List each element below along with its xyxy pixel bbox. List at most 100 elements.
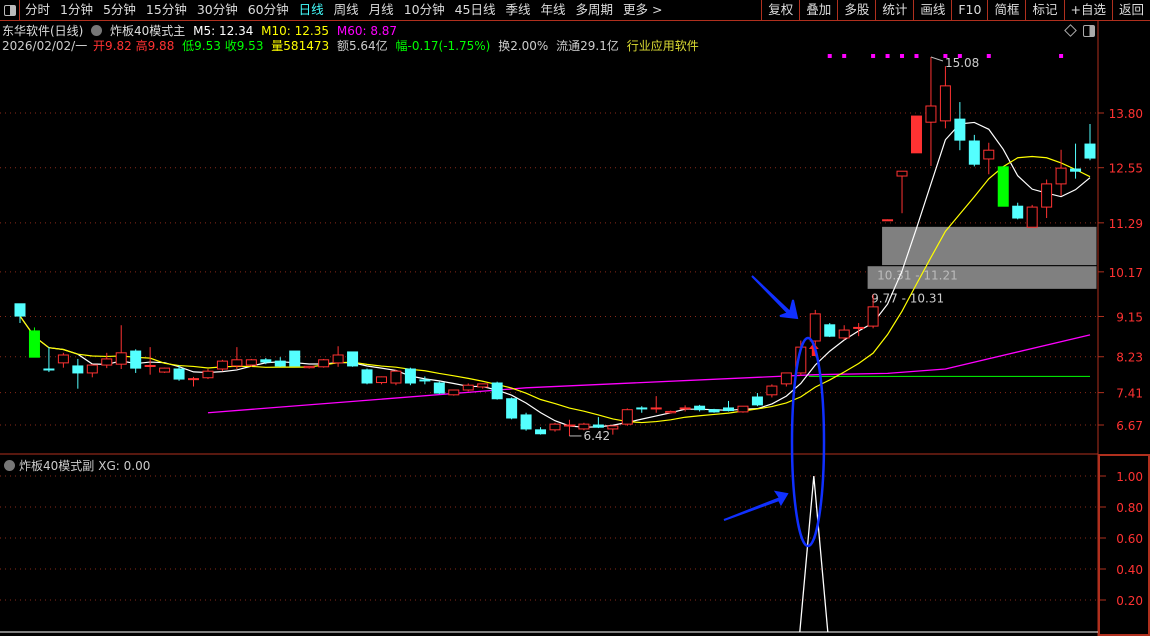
candle-body: [332, 354, 344, 364]
candle: [694, 404, 706, 412]
candle-body: [28, 330, 40, 358]
candle-body: [723, 407, 735, 412]
candle: [289, 350, 301, 367]
candle: [318, 358, 330, 368]
price-axis-label: 11.29: [1109, 217, 1143, 231]
candle: [621, 408, 633, 426]
candle-body: [592, 424, 604, 428]
candle-body: [57, 354, 69, 364]
candle-body: [216, 360, 228, 370]
candle-body: [780, 372, 792, 385]
candle-body: [954, 118, 966, 141]
sub-indicator-dropdown-icon[interactable]: [4, 460, 15, 471]
candle: [737, 405, 749, 413]
candle-body: [274, 360, 286, 367]
high-pointer: [930, 56, 944, 62]
candle: [43, 347, 55, 373]
candle: [144, 347, 156, 375]
candle-body: [824, 324, 836, 337]
candle-body: [751, 396, 763, 406]
candle-body: [462, 384, 474, 391]
sub-axis-label: 0.60: [1116, 532, 1143, 546]
candle-body: [708, 409, 720, 413]
candle: [404, 367, 416, 386]
candle-body: [766, 385, 778, 396]
sub-axis-label: 0.20: [1116, 594, 1143, 608]
candle: [751, 393, 763, 407]
candle: [303, 365, 315, 369]
candle: [954, 102, 966, 151]
signal-dot: [871, 54, 876, 58]
candle: [766, 384, 778, 398]
candle: [188, 376, 200, 387]
candle: [723, 400, 735, 412]
candle-body: [679, 407, 691, 410]
candle: [433, 381, 445, 394]
candle: [549, 422, 561, 432]
candle: [780, 372, 792, 387]
candle-body: [650, 407, 662, 410]
candle: [115, 325, 127, 369]
price-zone: [881, 225, 1098, 267]
candle: [57, 352, 69, 368]
candle: [910, 115, 922, 154]
candle: [72, 358, 84, 389]
candle: [824, 323, 836, 338]
candle-body: [448, 389, 460, 396]
price-axis-label: 10.17: [1109, 266, 1143, 280]
candle-body: [318, 359, 330, 368]
zone-label: 9.77 - 10.31: [871, 291, 944, 305]
candle-body: [289, 350, 301, 367]
sub-indicator-name[interactable]: 炸板40模式副: [19, 457, 94, 474]
candle-body: [404, 368, 416, 384]
candle-body: [506, 398, 518, 419]
candle: [216, 359, 228, 372]
xg-signal-line: [799, 475, 829, 633]
price-axis-label: 6.67: [1116, 419, 1143, 433]
signal-dot: [986, 54, 991, 58]
candle: [130, 349, 142, 373]
candle: [491, 381, 503, 400]
candle: [592, 417, 604, 429]
candle: [925, 56, 937, 166]
candle-body: [867, 306, 879, 327]
candle-body: [910, 115, 922, 154]
candle-body: [491, 382, 503, 400]
candle-body: [636, 407, 648, 410]
candle-body: [1026, 206, 1038, 228]
candle-body: [159, 367, 171, 373]
candle: [361, 368, 373, 385]
candle-body: [563, 424, 575, 427]
candle-body: [1084, 143, 1096, 159]
signal-dot: [827, 54, 832, 58]
candle-body: [520, 414, 532, 430]
candle: [159, 367, 171, 373]
candle-body: [737, 405, 749, 413]
candle-body: [144, 364, 156, 367]
candle-body: [202, 370, 214, 379]
candle: [375, 376, 387, 385]
candle: [665, 410, 677, 414]
highlight-ellipse: [790, 336, 826, 548]
candle-body: [1012, 205, 1024, 219]
candle: [274, 357, 286, 367]
candle: [28, 327, 40, 358]
price-axis-label: 13.80: [1109, 107, 1143, 121]
sub-axis-label: 0.80: [1116, 501, 1143, 515]
candle: [1026, 204, 1038, 228]
candle: [983, 142, 995, 175]
candle-body: [997, 166, 1009, 207]
candle: [636, 406, 648, 413]
candle: [882, 219, 894, 222]
candle: [448, 389, 460, 396]
candle: [838, 325, 850, 340]
candle-body: [86, 364, 98, 374]
price-axis-label: 7.41: [1116, 387, 1143, 401]
candle: [1084, 123, 1096, 161]
candle: [520, 412, 532, 431]
candle: [896, 170, 908, 214]
candle-body: [939, 85, 951, 122]
candle: [650, 396, 662, 413]
candle-body: [375, 376, 387, 384]
candle-body: [925, 105, 937, 123]
